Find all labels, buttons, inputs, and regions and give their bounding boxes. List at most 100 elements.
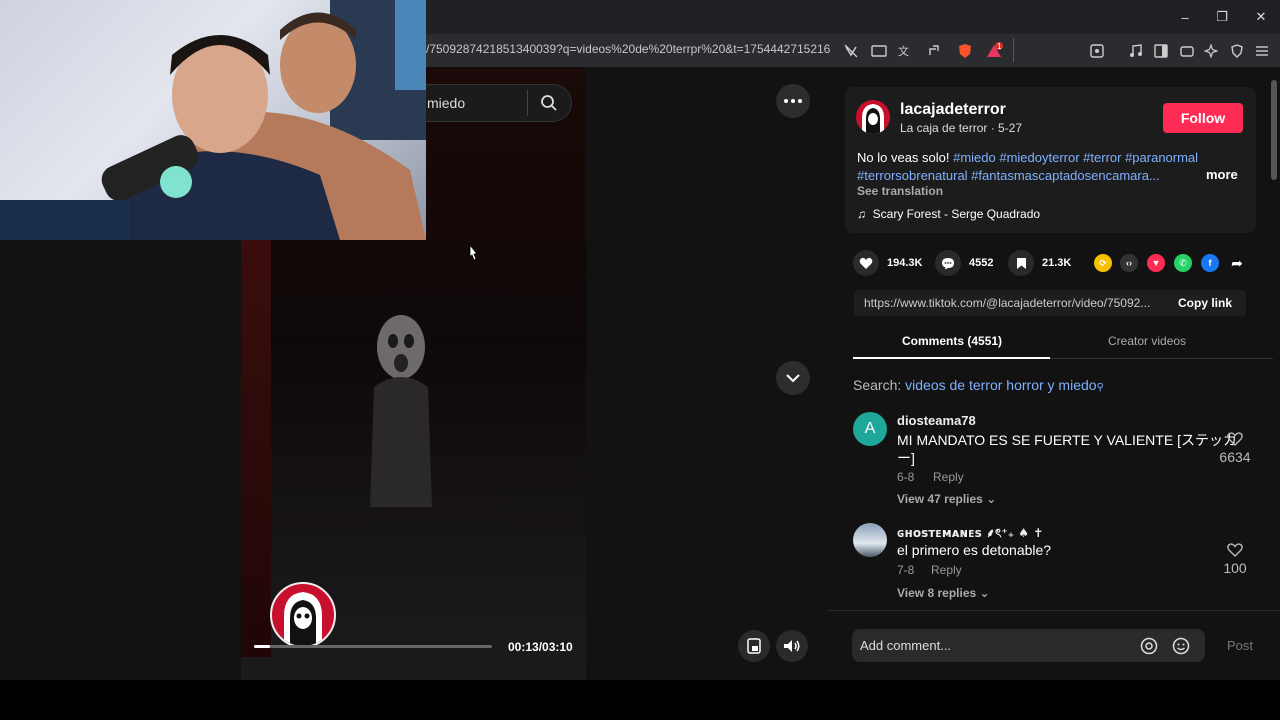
search-button[interactable] [532,86,566,120]
volume-button[interactable] [776,630,808,662]
video-progress-bar[interactable] [254,645,492,648]
heart-outline-icon [1227,543,1243,557]
no-tracking-icon[interactable] [841,41,861,61]
follow-button[interactable]: Follow [1163,103,1243,133]
menu-icon[interactable] [1252,41,1272,61]
like-stat[interactable]: 194.3K [853,248,922,278]
hashtags-line2[interactable]: #terrorsobrenatural #fantasmascaptadosen… [857,168,1160,183]
share-facebook-icon[interactable]: f [1201,254,1219,272]
pip-icon [747,638,761,654]
brave-rewards-icon[interactable]: 1 [984,41,1004,61]
emoji-icon [1172,637,1190,655]
close-button[interactable]: ✕ [1242,0,1280,34]
translate-icon[interactable]: 文 [896,41,916,61]
wallet-icon[interactable] [1177,41,1197,61]
share-send-icon[interactable]: ▼ [1147,254,1165,272]
at-sign-icon [1140,637,1158,655]
webcam-people-image [0,0,426,240]
view-replies-button[interactable]: View 47 replies ⌄ [897,492,996,506]
comment-avatar[interactable]: A [853,412,887,446]
search-query[interactable]: videos de terror horror y miedo [905,377,1096,393]
emoji-button[interactable] [1172,637,1190,660]
view-replies-label: View 8 replies [897,586,977,600]
chevron-down-icon: ⌄ [986,492,997,506]
webcam-overlay [0,0,426,240]
comment-reply-button[interactable]: Reply [931,563,962,577]
rewards-badge: 1 [997,42,1002,51]
toolbar-divider [1013,38,1014,62]
video-curtain-shape [241,237,271,657]
address-bar[interactable]: /7509287421851340039?q=videos%20de%20ter… [426,42,830,56]
skull-logo-icon [862,104,884,134]
creator-avatar[interactable] [270,582,336,648]
search-prefix: Search: [853,377,906,393]
comment-like-count: 100 [1223,560,1247,576]
floating-player-button[interactable] [738,630,770,662]
post-comment-button[interactable]: Post [1227,638,1253,653]
author-subline: La caja de terror · 5-27 [900,121,1023,135]
share-page-icon[interactable] [924,41,944,61]
more-link[interactable]: more [1206,167,1238,182]
video-link-text[interactable]: https://www.tiktok.com/@lacajadeterror/v… [864,296,1150,310]
save-stat[interactable]: 21.3K [1008,248,1071,278]
share-more-icon[interactable]: ➦ [1228,254,1246,272]
post-description-line1: No lo veas solo! #miedo #miedoyterror #t… [857,150,1198,165]
comment-avatar[interactable] [853,523,887,557]
related-search[interactable]: Search: videos de terror horror y miedo⚲ [853,377,1104,393]
author-avatar[interactable] [856,100,890,134]
search-icon [541,95,557,111]
comment-like-button[interactable]: 6634 [1215,432,1255,465]
minimize-button[interactable]: – [1166,0,1204,34]
video-timecode: 00:13/03:10 [508,640,573,654]
heart-outline-icon [1227,432,1243,446]
save-count: 21.3K [1042,257,1072,269]
video-progress-fill [254,645,271,648]
comment-reply-button[interactable]: Reply [933,470,964,484]
mouse-cursor-icon [469,244,478,261]
music-title: Scary Forest - Serge Quadrado [872,207,1041,221]
volume-icon [784,640,800,652]
comment-bubble-icon [942,257,954,269]
cast-icon[interactable] [869,41,889,61]
bottom-black-strip [0,680,1280,720]
comment-like-button[interactable]: 100 [1215,543,1255,576]
comment-stat[interactable]: 4552 [935,248,993,278]
restore-button[interactable]: ❐ [1203,0,1241,34]
search-small-icon: ⚲ [1096,382,1104,393]
music-row[interactable]: ♫ Scary Forest - Serge Quadrado [857,207,1040,221]
hashtags-line1[interactable]: #miedo #miedoyterror #terror #paranormal [953,150,1198,165]
comment-author[interactable]: diosteama78 [897,413,976,428]
comment-count: 4552 [969,257,994,269]
comment-text-line1: el primero es detonable? [897,542,1052,558]
share-repost-icon[interactable]: ⟳ [1094,254,1112,272]
comment-date: 7-8 [897,563,915,577]
tab-creator-videos[interactable]: Creator videos [1108,334,1186,348]
view-replies-button[interactable]: View 8 replies ⌄ [897,586,990,600]
next-video-button[interactable] [776,361,810,395]
panel-scrollbar[interactable] [1271,80,1277,180]
more-options-button[interactable] [776,84,810,118]
media-icon[interactable] [1126,41,1146,61]
tab-comments[interactable]: Comments (4551) [902,334,1002,348]
leo-ai-icon[interactable] [1201,41,1221,61]
sidebar-icon[interactable] [1151,41,1171,61]
share-whatsapp-icon[interactable]: ✆ [1174,254,1192,272]
reader-mode-icon[interactable] [1087,41,1107,61]
author-username[interactable]: lacajadeterror [900,101,1006,119]
search-input[interactable]: miedo [427,95,465,111]
bookmark-icon [1016,257,1026,269]
share-embed-icon[interactable]: ‹› [1120,254,1138,272]
mention-button[interactable] [1140,637,1158,660]
copy-link-button[interactable]: Copy link [1178,296,1232,310]
comment-text-line1: MI MANDATO ES SE FUERTE Y VALIENTE [ステッカ [897,432,1237,448]
like-count: 194.3K [887,257,923,269]
chevron-down-icon: ⌄ [979,586,990,600]
see-translation-link[interactable]: See translation [857,184,943,198]
svg-text:文: 文 [898,44,909,58]
search-divider [527,90,528,116]
music-note-icon: ♫ [857,207,873,221]
brave-shields-icon[interactable] [955,41,975,61]
ghost-figure [370,315,432,507]
comment-like-count: 6634 [1219,449,1251,465]
vpn-icon[interactable] [1227,41,1247,61]
